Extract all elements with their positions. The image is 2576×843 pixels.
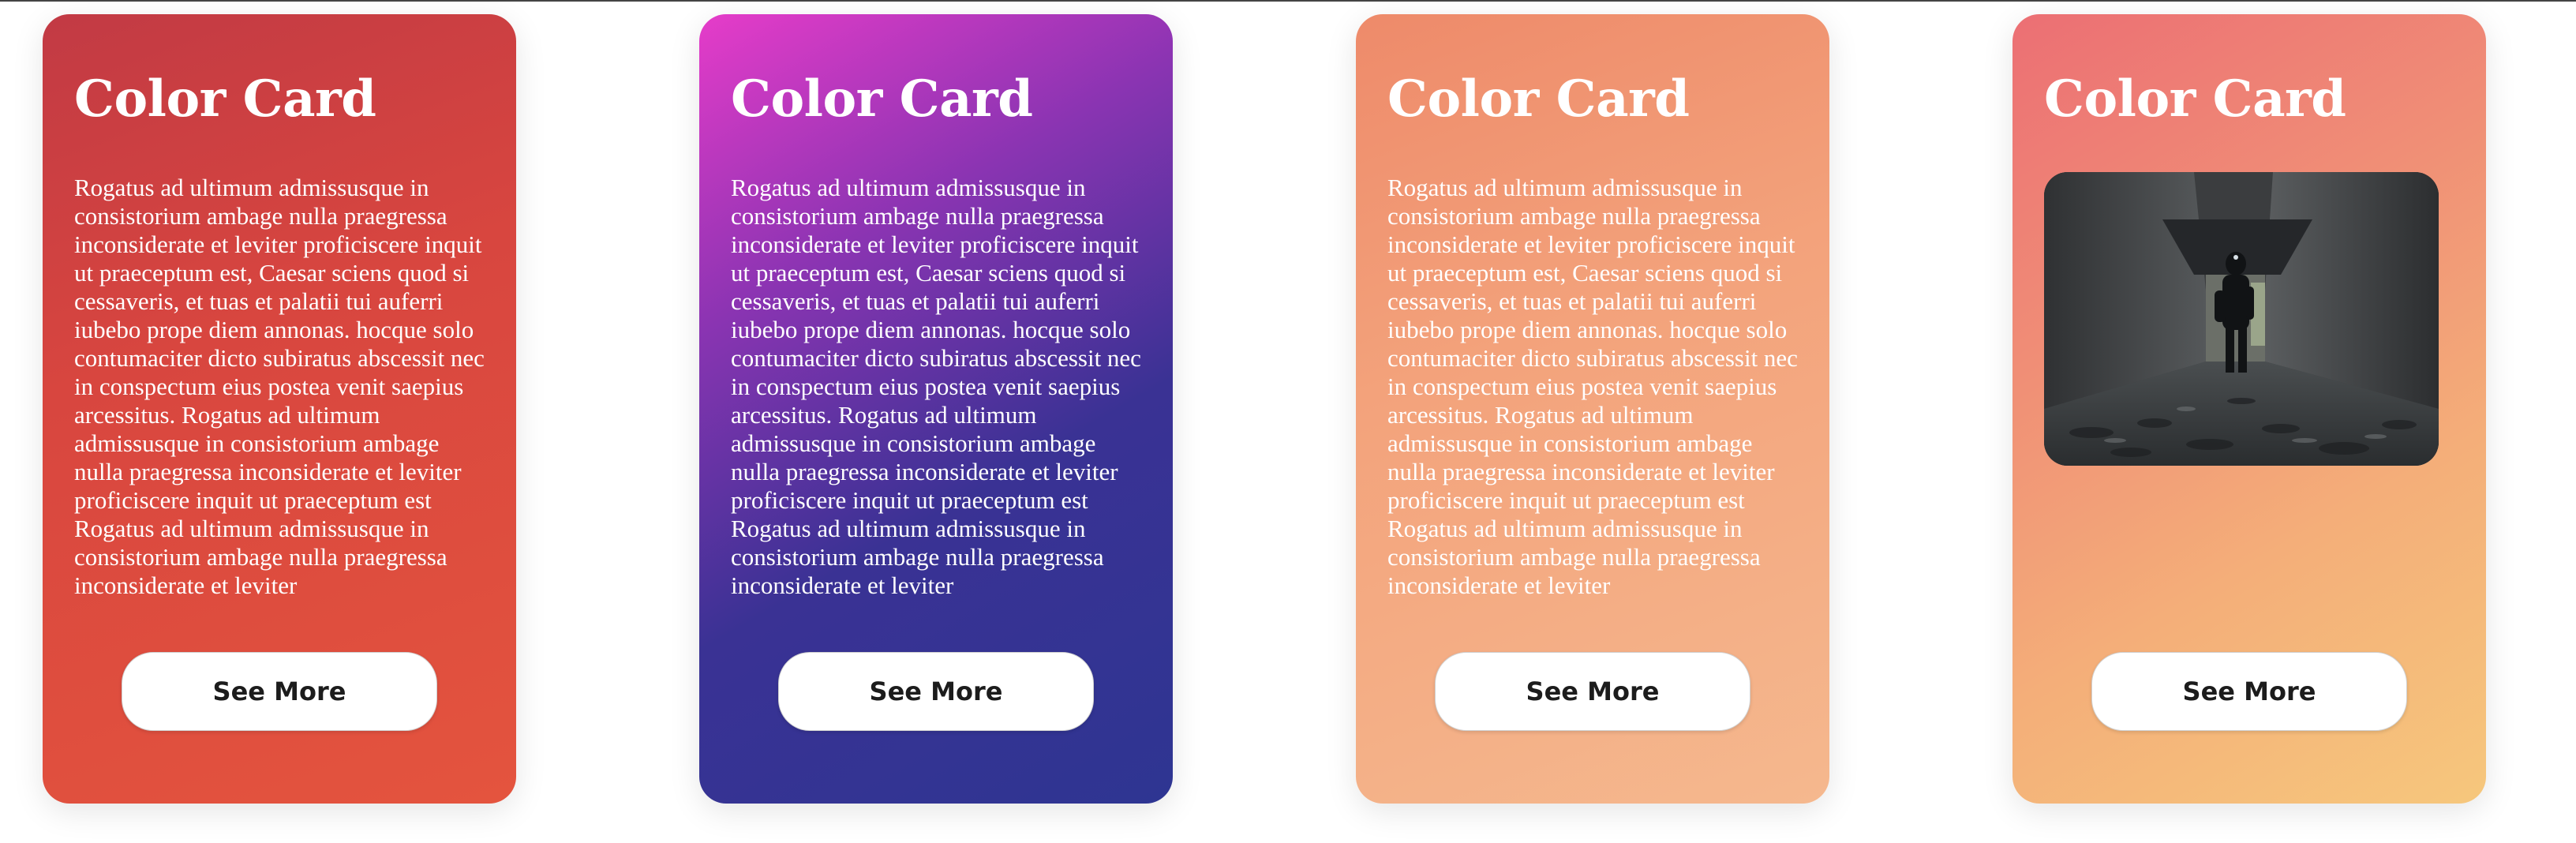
card-title: Color Card: [2044, 69, 2346, 129]
see-more-button[interactable]: See More: [1435, 652, 1750, 731]
top-divider: [0, 0, 2576, 2]
color-card-purple: Color Card Rogatus ad ultimum admissusqu…: [699, 14, 1173, 804]
card-body-text: Rogatus ad ultimum admissusque in consis…: [1387, 174, 1798, 599]
card-title: Color Card: [74, 69, 376, 129]
see-more-button[interactable]: See More: [122, 652, 437, 731]
color-card-image: Color Card See More: [2012, 14, 2486, 804]
card-title: Color Card: [1387, 69, 1690, 129]
color-card-peach: Color Card Rogatus ad ultimum admissusqu…: [1356, 14, 1829, 804]
see-more-button[interactable]: See More: [778, 652, 1094, 731]
card-image: [2044, 172, 2439, 466]
card-title: Color Card: [731, 69, 1033, 129]
color-card-red: Color Card Rogatus ad ultimum admissusqu…: [43, 14, 516, 804]
card-body-text: Rogatus ad ultimum admissusque in consis…: [731, 174, 1141, 599]
see-more-button[interactable]: See More: [2091, 652, 2407, 731]
card-body-text: Rogatus ad ultimum admissusque in consis…: [74, 174, 485, 599]
